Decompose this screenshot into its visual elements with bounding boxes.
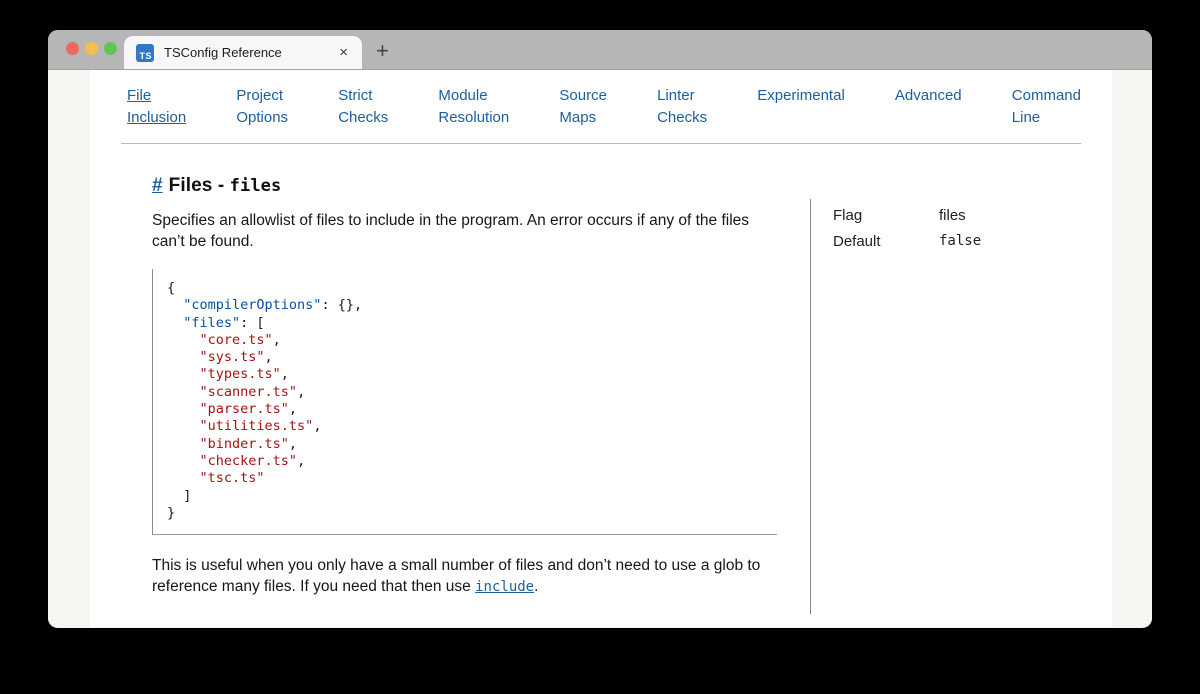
nav-item-project-options[interactable]: Project Options bbox=[236, 85, 288, 129]
content-sheet: File Inclusion Project Options Strict Ch… bbox=[90, 70, 1112, 627]
code-line: } bbox=[167, 505, 777, 522]
section-heading: # Files - files bbox=[152, 175, 777, 197]
article: # Files - files Specifies an allowlist of… bbox=[152, 144, 777, 614]
code-line: "binder.ts", bbox=[167, 436, 777, 453]
nav-item-command-line[interactable]: Command Line bbox=[1012, 85, 1081, 129]
nav-item-label: Module bbox=[438, 85, 509, 107]
intro-paragraph: Specifies an allowlist of files to inclu… bbox=[152, 210, 777, 252]
window-controls bbox=[66, 42, 117, 55]
tab-tsconfig-reference[interactable]: TS TSConfig Reference × bbox=[124, 36, 362, 69]
main-content: # Files - files Specifies an allowlist of… bbox=[90, 144, 1112, 614]
meta-row-flag: Flag files bbox=[833, 207, 1112, 224]
nav-item-file-inclusion[interactable]: File Inclusion bbox=[127, 85, 186, 129]
meta-value: files bbox=[939, 207, 966, 224]
meta-row-default: Default false bbox=[833, 233, 1112, 250]
code-line: "scanner.ts", bbox=[167, 384, 777, 401]
nav-item-label: Options bbox=[236, 107, 288, 129]
code-line: "types.ts", bbox=[167, 366, 777, 383]
outro-paragraph: This is useful when you only have a smal… bbox=[152, 555, 777, 598]
nav-item-label: File bbox=[127, 85, 186, 107]
code-line: "parser.ts", bbox=[167, 401, 777, 418]
browser-tab-bar: TS TSConfig Reference × + bbox=[48, 30, 1152, 70]
nav-item-source-maps[interactable]: Source Maps bbox=[559, 85, 607, 129]
option-meta-sidebar: Flag files Default false bbox=[810, 199, 1112, 614]
code-line: "compilerOptions": {}, bbox=[167, 297, 777, 314]
code-line: "sys.ts", bbox=[167, 349, 777, 366]
new-tab-button[interactable]: + bbox=[376, 40, 389, 62]
nav-item-label: Experimental bbox=[757, 85, 845, 107]
close-window-button[interactable] bbox=[66, 42, 79, 55]
ts-favicon-icon: TS bbox=[136, 44, 154, 62]
nav-item-label: Linter bbox=[657, 85, 707, 107]
nav-item-experimental[interactable]: Experimental bbox=[757, 85, 845, 129]
nav-item-label: Project bbox=[236, 85, 288, 107]
nav-item-advanced[interactable]: Advanced bbox=[895, 85, 962, 129]
nav-item-label: Advanced bbox=[895, 85, 962, 107]
nav-item-label: Source bbox=[559, 85, 607, 107]
code-line: "core.ts", bbox=[167, 332, 777, 349]
code-line: ] bbox=[167, 488, 777, 505]
nav-item-label: Checks bbox=[657, 107, 707, 129]
minimize-window-button[interactable] bbox=[85, 42, 98, 55]
nav-item-linter-checks[interactable]: Linter Checks bbox=[657, 85, 707, 129]
tab-title: TSConfig Reference bbox=[164, 45, 337, 60]
nav-item-label: Maps bbox=[559, 107, 607, 129]
json-code-block: { "compilerOptions": {}, "files": [ "cor… bbox=[152, 269, 777, 535]
nav-item-module-resolution[interactable]: Module Resolution bbox=[438, 85, 509, 129]
nav-item-label: Checks bbox=[338, 107, 388, 129]
page: File Inclusion Project Options Strict Ch… bbox=[48, 70, 1152, 627]
meta-label: Default bbox=[833, 233, 939, 250]
heading-anchor-link[interactable]: # bbox=[152, 175, 163, 196]
code-line: { bbox=[167, 280, 777, 297]
code-line: "checker.ts", bbox=[167, 453, 777, 470]
nav-item-label: Strict bbox=[338, 85, 388, 107]
nav-item-label: Line bbox=[1012, 107, 1081, 129]
browser-window: TS TSConfig Reference × + File Inclusion… bbox=[48, 30, 1152, 628]
code-line: "tsc.ts" bbox=[167, 470, 777, 487]
heading-code: files bbox=[230, 176, 282, 196]
nav-item-strict-checks[interactable]: Strict Checks bbox=[338, 85, 388, 129]
code-line: "utilities.ts", bbox=[167, 418, 777, 435]
top-nav: File Inclusion Project Options Strict Ch… bbox=[90, 70, 1112, 129]
outro-text-after: . bbox=[534, 578, 538, 595]
meta-label: Flag bbox=[833, 207, 939, 224]
zoom-window-button[interactable] bbox=[104, 42, 117, 55]
nav-item-label: Inclusion bbox=[127, 107, 186, 129]
nav-item-label: Resolution bbox=[438, 107, 509, 129]
tab-close-icon[interactable]: × bbox=[337, 44, 350, 61]
include-link[interactable]: include bbox=[475, 579, 534, 595]
meta-value: false bbox=[939, 233, 981, 250]
heading-title: Files - bbox=[169, 175, 230, 196]
outro-text-before: This is useful when you only have a smal… bbox=[152, 557, 760, 595]
nav-item-label: Command bbox=[1012, 85, 1081, 107]
code-line: "files": [ bbox=[167, 315, 777, 332]
